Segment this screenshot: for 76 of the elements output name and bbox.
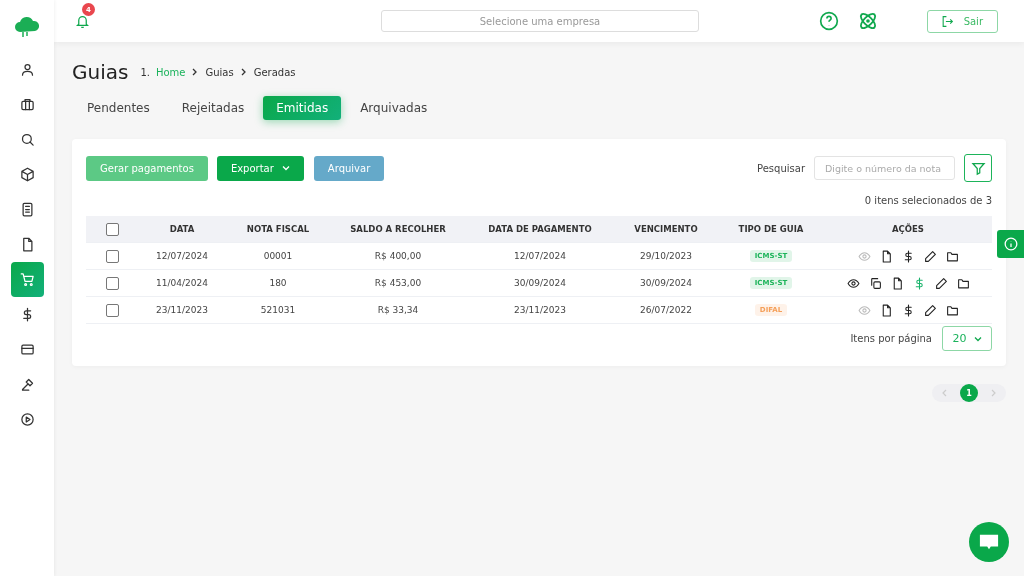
cloud-logo[interactable] <box>14 16 40 38</box>
column-header: NOTA FISCAL <box>246 224 310 234</box>
filter-button[interactable] <box>964 154 992 182</box>
folder-icon[interactable] <box>945 303 959 317</box>
cart-icon[interactable] <box>19 272 35 287</box>
tab[interactable]: Pendentes <box>74 96 163 120</box>
help-icon[interactable] <box>818 11 839 31</box>
table-cell: 180 <box>269 278 287 288</box>
table-cell: 521031 <box>260 305 296 315</box>
checkbox[interactable] <box>105 249 119 263</box>
checkbox[interactable] <box>105 222 119 236</box>
table-cell: 29/10/2023 <box>640 251 692 261</box>
copy-icon[interactable] <box>868 276 882 290</box>
page-title: Guias <box>72 60 129 84</box>
info-button[interactable] <box>997 230 1024 258</box>
search-field[interactable]: Digite o número da nota <box>814 156 955 180</box>
gavel-icon[interactable] <box>19 377 35 392</box>
eye-icon[interactable] <box>846 276 860 290</box>
column-header: SALDO A RECOLHER <box>350 224 446 234</box>
filter-icon <box>970 160 986 176</box>
column-header: AÇÕES <box>892 224 924 234</box>
chat-icon <box>978 532 1000 552</box>
pencil-icon[interactable] <box>934 276 948 290</box>
export-button[interactable]: Exportar <box>216 155 304 181</box>
table-cell: 00001 <box>263 251 293 261</box>
caret-icon <box>281 164 290 172</box>
play-icon[interactable] <box>19 412 35 427</box>
search-icon[interactable] <box>19 132 35 147</box>
table-cell: 23/11/2023 <box>514 305 566 315</box>
page-size-select[interactable]: 20 <box>942 326 992 351</box>
folder-icon[interactable] <box>945 249 959 263</box>
chevron-icon <box>239 68 248 76</box>
table-cell: 12/07/2024 <box>156 251 208 261</box>
breadcrumb-link[interactable]: Home <box>155 66 186 78</box>
column-header: DATA <box>169 224 195 234</box>
page-size-label: Itens por página <box>850 333 932 344</box>
archive-button[interactable]: Arquivar <box>313 155 385 181</box>
table-cell: R$ 453,00 <box>374 278 422 288</box>
info-icon <box>1003 237 1018 251</box>
column-header: VENCIMENTO <box>634 224 698 234</box>
selection-count: 0 itens selecionados de 3 <box>864 195 992 206</box>
chat-button[interactable] <box>969 522 1009 562</box>
tab[interactable]: Arquivadas <box>347 96 441 120</box>
page-button[interactable]: 1 <box>960 384 978 402</box>
pencil-icon[interactable] <box>923 249 937 263</box>
column-header: DATA DE PAGAMENTO <box>488 224 592 234</box>
folder-icon[interactable] <box>956 276 970 290</box>
generate-button[interactable]: Gerar pagamentos <box>86 155 208 181</box>
checkbox[interactable] <box>105 276 119 290</box>
breadcrumb-number: 1. <box>140 66 150 78</box>
company-select[interactable]: Selecione uma empresa <box>381 10 699 32</box>
table-cell: R$ 400,00 <box>374 251 422 261</box>
breadcrumb-item: Guias <box>205 66 234 78</box>
checkbox[interactable] <box>105 303 119 317</box>
user-icon[interactable] <box>19 62 35 77</box>
pencil-icon[interactable] <box>923 303 937 317</box>
calculator-icon[interactable] <box>19 202 35 217</box>
caret-icon <box>973 334 982 343</box>
breadcrumb-item: Geradas <box>253 66 296 78</box>
table-cell: 26/07/2022 <box>640 305 692 315</box>
box-icon[interactable] <box>19 167 35 182</box>
table-cell: R$ 33,34 <box>377 305 419 315</box>
logout-icon <box>940 14 954 28</box>
bell-icon[interactable] <box>74 13 90 29</box>
table-cell: 30/09/2024 <box>640 278 692 288</box>
tab[interactable]: Rejeitadas <box>168 96 258 120</box>
table-cell: 30/09/2024 <box>514 278 566 288</box>
table-cell: 11/04/2024 <box>156 278 208 288</box>
column-header: TIPO DE GUIA <box>738 224 804 234</box>
card-icon[interactable] <box>19 342 35 357</box>
briefcase-icon[interactable] <box>19 97 35 112</box>
table-cell: 23/11/2023 <box>156 305 208 315</box>
table-cell: 12/07/2024 <box>514 251 566 261</box>
logout-button[interactable]: Sair <box>926 9 998 33</box>
search-label: Pesquisar <box>757 162 805 174</box>
tab[interactable]: Emitidas <box>263 96 342 120</box>
